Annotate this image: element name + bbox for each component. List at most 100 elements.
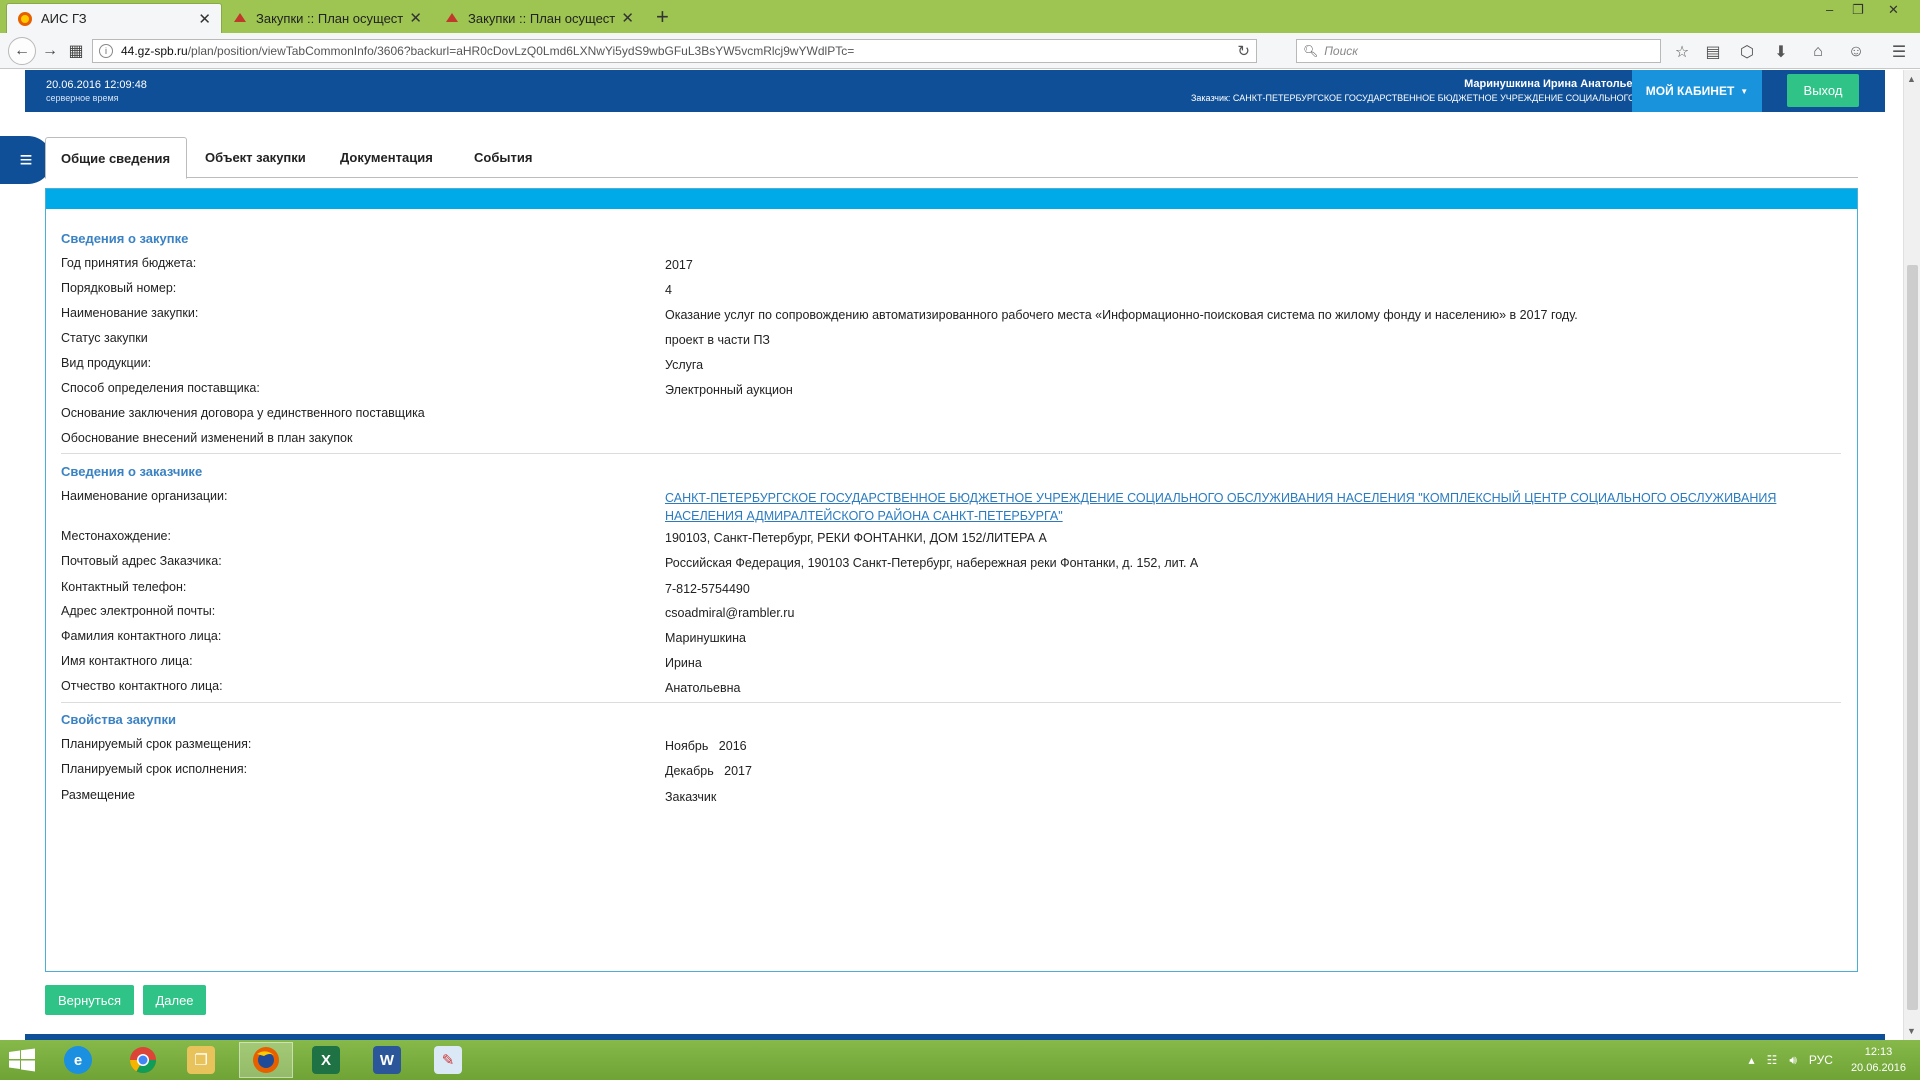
field-value: Маринушкина: [665, 631, 746, 645]
taskbar-paint[interactable]: ✎: [421, 1042, 475, 1078]
field-label: Имя контактного лица:: [61, 654, 193, 668]
taskbar-firefox[interactable]: [239, 1042, 293, 1078]
field-label: Основание заключения договора у единстве…: [61, 406, 425, 420]
close-tab-icon[interactable]: ✕: [409, 9, 422, 27]
page-tabs: Общие сведения Объект закупки Документац…: [45, 137, 1858, 179]
site-favicon-icon: [444, 10, 460, 26]
close-window-icon[interactable]: ✕: [1888, 2, 1899, 18]
tab-general-info[interactable]: Общие сведения: [45, 137, 187, 179]
browser-tab-label: Закупки :: План осущест...: [256, 10, 404, 26]
field-value: Заказчик: [665, 790, 717, 804]
general-info-panel: Сведения о закупке Год принятия бюджета:…: [45, 188, 1858, 972]
page-scrollbar[interactable]: ▲ ▼: [1903, 70, 1920, 1040]
field-label: Наименование закупки:: [61, 306, 199, 320]
home-icon[interactable]: ⌂: [1808, 42, 1828, 62]
chrome-icon: [129, 1046, 157, 1074]
logout-button[interactable]: Выход: [1787, 74, 1859, 107]
field-value: 7-812-5754490: [665, 582, 750, 596]
field-value: Анатольевна: [665, 681, 741, 695]
section-divider: [61, 702, 1841, 703]
internet-explorer-icon: e: [64, 1046, 92, 1074]
field-value: 4: [665, 283, 672, 297]
scroll-down-arrow-icon[interactable]: ▼: [1907, 1026, 1916, 1036]
search-input[interactable]: 🔍︎ Поиск: [1296, 39, 1661, 63]
page-grid-icon[interactable]: ▦: [64, 39, 88, 63]
url-bar[interactable]: i 44.gz-spb.ru /plan/position/viewTabCom…: [92, 39, 1257, 63]
minimize-window-icon[interactable]: ‒: [1826, 2, 1833, 17]
field-value: Услуга: [665, 358, 704, 372]
purchase-properties-title: Свойства закупки: [61, 712, 177, 727]
user-name: Маринушкина Ирина Анатольевна: [1464, 78, 1652, 90]
field-value: 2017: [665, 258, 693, 272]
new-tab-button[interactable]: +: [656, 4, 669, 30]
scroll-up-arrow-icon[interactable]: ▲: [1907, 74, 1916, 84]
my-cabinet-button[interactable]: МОЙ КАБИНЕТ ▼: [1632, 70, 1762, 112]
field-label: Фамилия контактного лица:: [61, 629, 222, 643]
field-label: Планируемый срок размещения:: [61, 737, 252, 751]
pocket-icon[interactable]: ⬡: [1737, 42, 1757, 62]
firefox-icon: [252, 1046, 280, 1074]
field-label: Адрес электронной почты:: [61, 604, 216, 618]
scrollbar-thumb[interactable]: [1907, 265, 1918, 1010]
chat-icon[interactable]: ☺: [1846, 42, 1866, 62]
browser-nav-bar: ← → ▦ i 44.gz-spb.ru /plan/position/view…: [0, 33, 1920, 69]
windows-start-icon[interactable]: [8, 1048, 36, 1072]
bookmark-star-icon[interactable]: ☆: [1672, 42, 1692, 62]
site-info-icon[interactable]: i: [99, 44, 113, 58]
excel-icon: X: [312, 1046, 340, 1074]
network-icon[interactable]: ☷: [1767, 1053, 1778, 1067]
tab-purchase-object[interactable]: Объект закупки: [190, 137, 321, 178]
field-value: Ноябрь 2016: [665, 739, 747, 753]
site-favicon-icon: [232, 10, 248, 26]
tab-events[interactable]: События: [459, 137, 547, 178]
volume-icon[interactable]: 🔊︎: [1789, 1053, 1797, 1068]
app-header: 20.06.2016 12:09:48 серверное время Мари…: [25, 70, 1885, 112]
taskbar-chrome[interactable]: [116, 1042, 170, 1078]
reload-icon[interactable]: ↻: [1237, 42, 1250, 60]
field-value: проект в части ПЗ: [665, 333, 770, 347]
hamburger-icon: ≡: [19, 147, 33, 172]
field-label: Порядковый номер:: [61, 281, 177, 295]
download-icon[interactable]: ⬇: [1771, 42, 1791, 62]
taskbar-file-explorer[interactable]: ❐: [174, 1042, 228, 1078]
back-arrow-icon[interactable]: ←: [8, 37, 36, 65]
back-button[interactable]: Вернуться: [45, 985, 134, 1015]
field-label: Статус закупки: [61, 331, 148, 345]
tab-documentation[interactable]: Документация: [325, 137, 448, 178]
paint-icon: ✎: [434, 1046, 462, 1074]
panel-header-stripe: [46, 189, 1857, 209]
organization-link[interactable]: САНКТ-ПЕТЕРБУРГСКОЕ ГОСУДАРСТВЕННОЕ БЮДЖ…: [665, 489, 1815, 525]
word-icon: W: [373, 1046, 401, 1074]
next-button[interactable]: Далее: [143, 985, 206, 1015]
browser-tab-ais-gz[interactable]: АИС ГЗ ✕: [6, 3, 222, 33]
restore-window-icon[interactable]: ❐: [1852, 2, 1864, 18]
system-tray: ▴ ☷ 🔊︎ РУС 12:13 20.06.2016: [1749, 1040, 1912, 1080]
field-label: Отчество контактного лица:: [61, 679, 223, 693]
system-clock[interactable]: 12:13 20.06.2016: [1851, 1044, 1906, 1076]
taskbar-internet-explorer[interactable]: e: [51, 1042, 105, 1078]
field-label: Почтовый адрес Заказчика:: [61, 554, 222, 568]
field-value: Электронный аукцион: [665, 383, 793, 397]
field-value: Российская Федерация, 190103 Санкт-Петер…: [665, 556, 1199, 570]
forward-arrow-icon[interactable]: →: [38, 39, 62, 63]
field-value: csoadmiral@rambler.ru: [665, 606, 795, 620]
reading-list-icon[interactable]: ▤: [1703, 42, 1723, 62]
menu-hamburger-icon[interactable]: ☰: [1889, 42, 1909, 62]
clock-time: 12:13: [1864, 1046, 1893, 1058]
server-time-caption: серверное время: [46, 93, 119, 103]
section-divider: [61, 453, 1841, 454]
taskbar-word[interactable]: W: [360, 1042, 414, 1078]
customer-info-title: Сведения о заказчике: [61, 464, 203, 479]
field-label: Способ определения поставщика:: [61, 381, 260, 395]
close-tab-icon[interactable]: ✕: [621, 9, 634, 27]
server-datetime: 20.06.2016 12:09:48: [46, 79, 147, 91]
browser-tab-plan-2[interactable]: Закупки :: План осущест... ✕: [434, 3, 644, 33]
close-tab-icon[interactable]: ✕: [198, 10, 211, 28]
taskbar-excel[interactable]: X: [299, 1042, 353, 1078]
browser-tab-plan-1[interactable]: Закупки :: План осущест... ✕: [222, 3, 432, 33]
language-indicator[interactable]: РУС: [1809, 1053, 1833, 1067]
tray-expand-icon[interactable]: ▴: [1749, 1053, 1755, 1067]
field-value: Декабрь 2017: [665, 764, 752, 778]
field-label: Размещение: [61, 788, 135, 802]
field-label: Год принятия бюджета:: [61, 256, 197, 270]
